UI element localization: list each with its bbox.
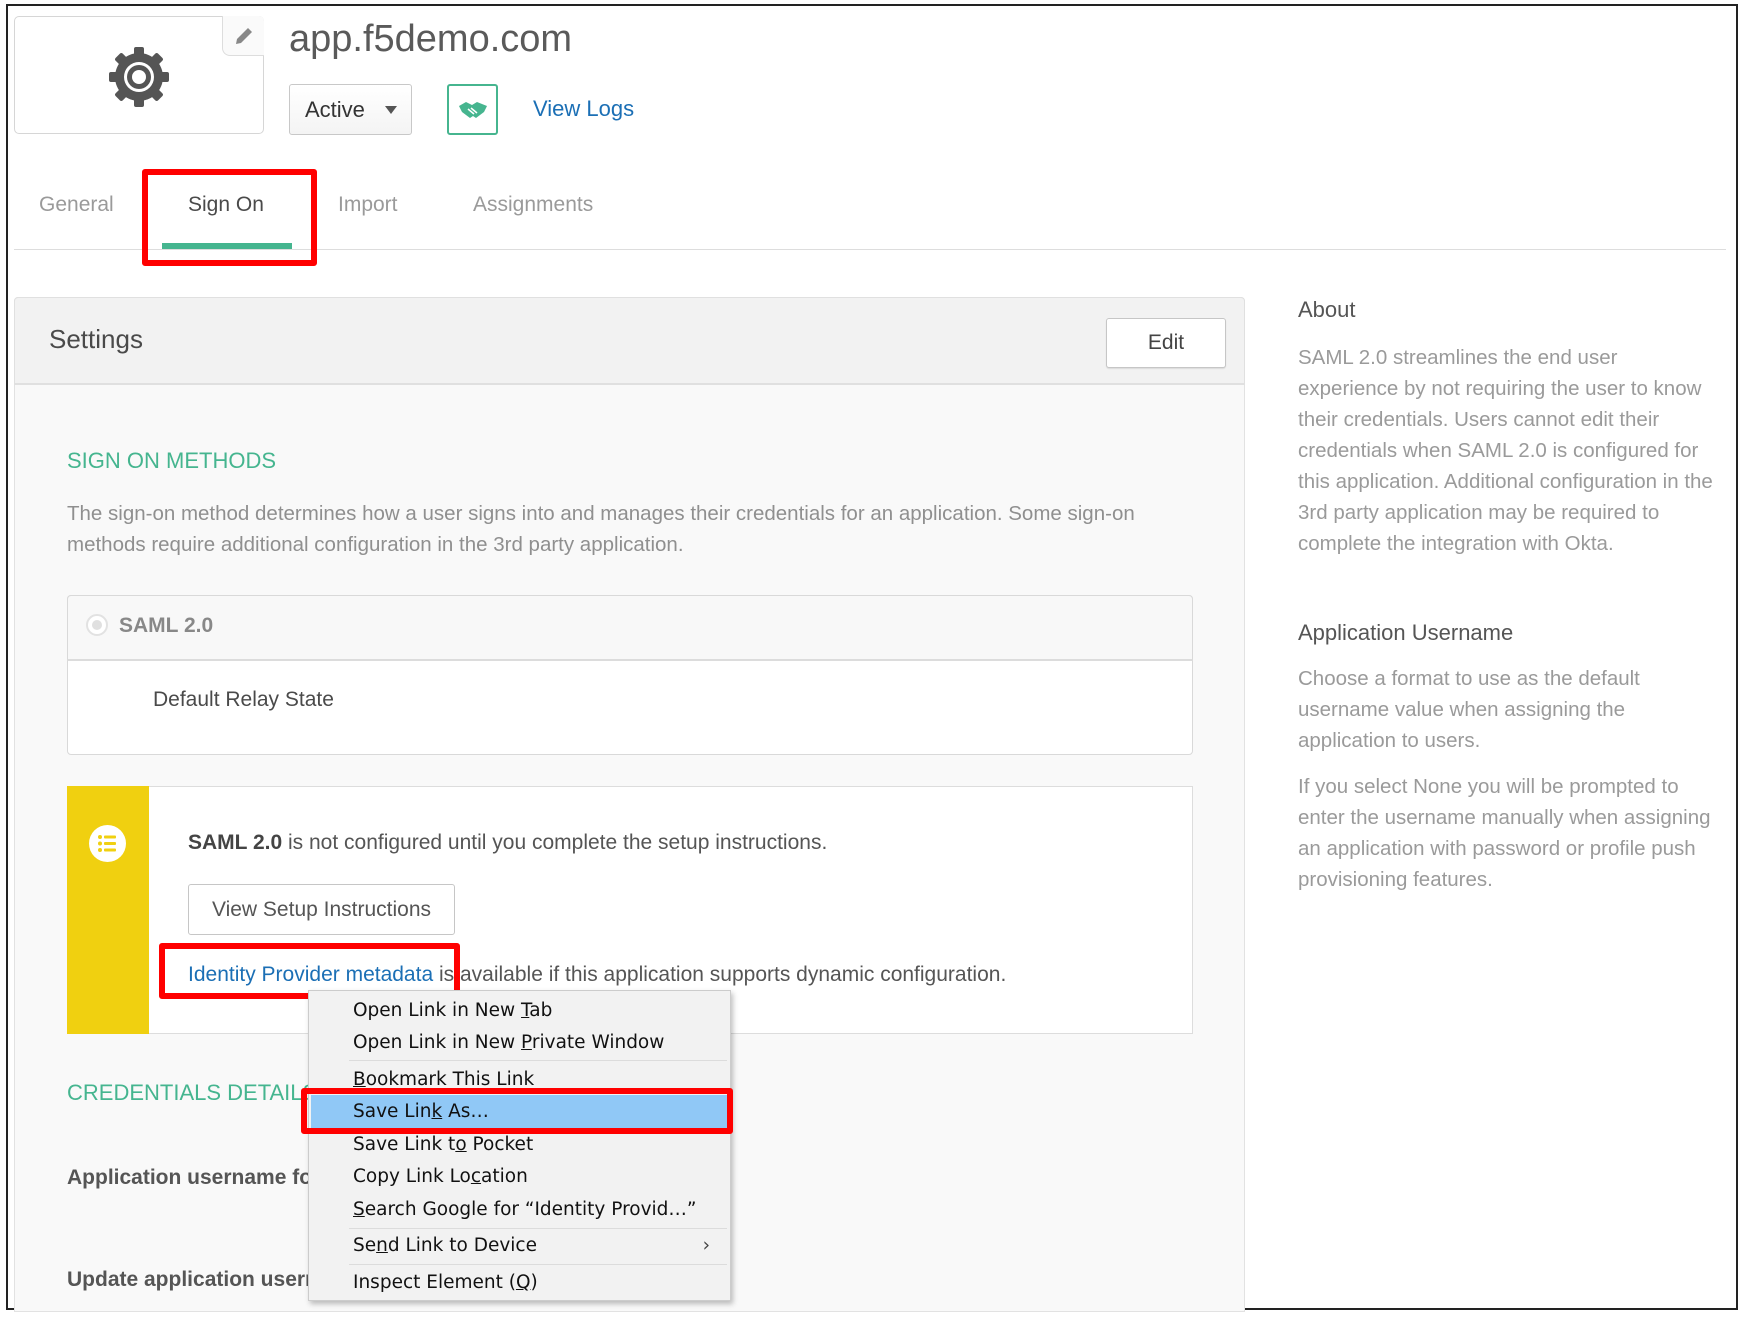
pencil-icon bbox=[235, 27, 252, 44]
menu-item-open-private-window[interactable]: Open Link in New Private Window bbox=[311, 1026, 728, 1059]
status-dropdown[interactable]: Active bbox=[289, 84, 412, 135]
sign-on-description: The sign-on method determines how a user… bbox=[67, 502, 1135, 556]
chevron-right-icon: › bbox=[702, 1235, 710, 1256]
saml-method-header bbox=[67, 595, 1193, 661]
app-username-text: Choose a format to use as the default us… bbox=[1298, 667, 1640, 752]
saml-label: SAML 2.0 bbox=[119, 614, 214, 637]
settings-title: Settings bbox=[49, 324, 143, 354]
list-icon bbox=[89, 825, 126, 862]
menu-item-send-to-device[interactable]: Send Link to Device › bbox=[311, 1229, 728, 1262]
sign-on-methods-heading: SIGN ON METHODS bbox=[67, 448, 277, 473]
metadata-suffix: is available if this application support… bbox=[433, 963, 1007, 986]
app-username-heading: Application Username bbox=[1298, 620, 1514, 645]
saml-radio[interactable] bbox=[86, 614, 108, 636]
annotation-highlight-save-link bbox=[301, 1088, 733, 1134]
annotation-highlight-tab bbox=[142, 169, 317, 266]
menu-item-inspect-element[interactable]: Inspect Element (Q) bbox=[311, 1266, 728, 1299]
menu-item-search-google[interactable]: Search Google for “Identity Provid…” bbox=[311, 1193, 728, 1226]
callout-stripe bbox=[67, 786, 149, 1034]
gear-icon bbox=[109, 47, 169, 107]
menu-separator bbox=[349, 1264, 727, 1265]
none-text: If you select None you will be prompted … bbox=[1298, 775, 1711, 891]
view-setup-instructions-button[interactable]: View Setup Instructions bbox=[188, 884, 455, 935]
settings-header bbox=[14, 297, 1245, 385]
chevron-down-icon bbox=[385, 106, 397, 114]
callout-bold: SAML 2.0 bbox=[188, 831, 283, 854]
handshake-button[interactable] bbox=[447, 84, 498, 135]
edit-logo-button[interactable] bbox=[222, 16, 264, 56]
tab-assignments[interactable]: Assignments bbox=[473, 193, 593, 217]
view-logs-link[interactable]: View Logs bbox=[533, 96, 634, 122]
about-text: SAML 2.0 streamlines the end user experi… bbox=[1298, 346, 1713, 555]
relay-state-label: Default Relay State bbox=[153, 688, 334, 711]
tab-import[interactable]: Import bbox=[338, 193, 398, 217]
context-menu: Open Link in New Tab Open Link in New Pr… bbox=[308, 990, 731, 1301]
status-value: Active bbox=[305, 96, 365, 122]
callout-rest: is not configured until you complete the… bbox=[282, 831, 828, 854]
menu-item-open-new-tab[interactable]: Open Link in New Tab bbox=[311, 994, 728, 1027]
tab-general[interactable]: General bbox=[39, 193, 114, 217]
menu-item-copy-link-location[interactable]: Copy Link Location bbox=[311, 1160, 728, 1193]
menu-separator bbox=[349, 1060, 727, 1061]
about-heading: About bbox=[1298, 297, 1356, 322]
callout-message: SAML 2.0 is not configured until you com… bbox=[188, 831, 827, 855]
app-title: app.f5demo.com bbox=[289, 18, 573, 60]
handshake-icon bbox=[458, 101, 487, 118]
edit-button[interactable]: Edit bbox=[1106, 318, 1226, 368]
credentials-heading: CREDENTIALS DETAILS bbox=[67, 1080, 318, 1105]
